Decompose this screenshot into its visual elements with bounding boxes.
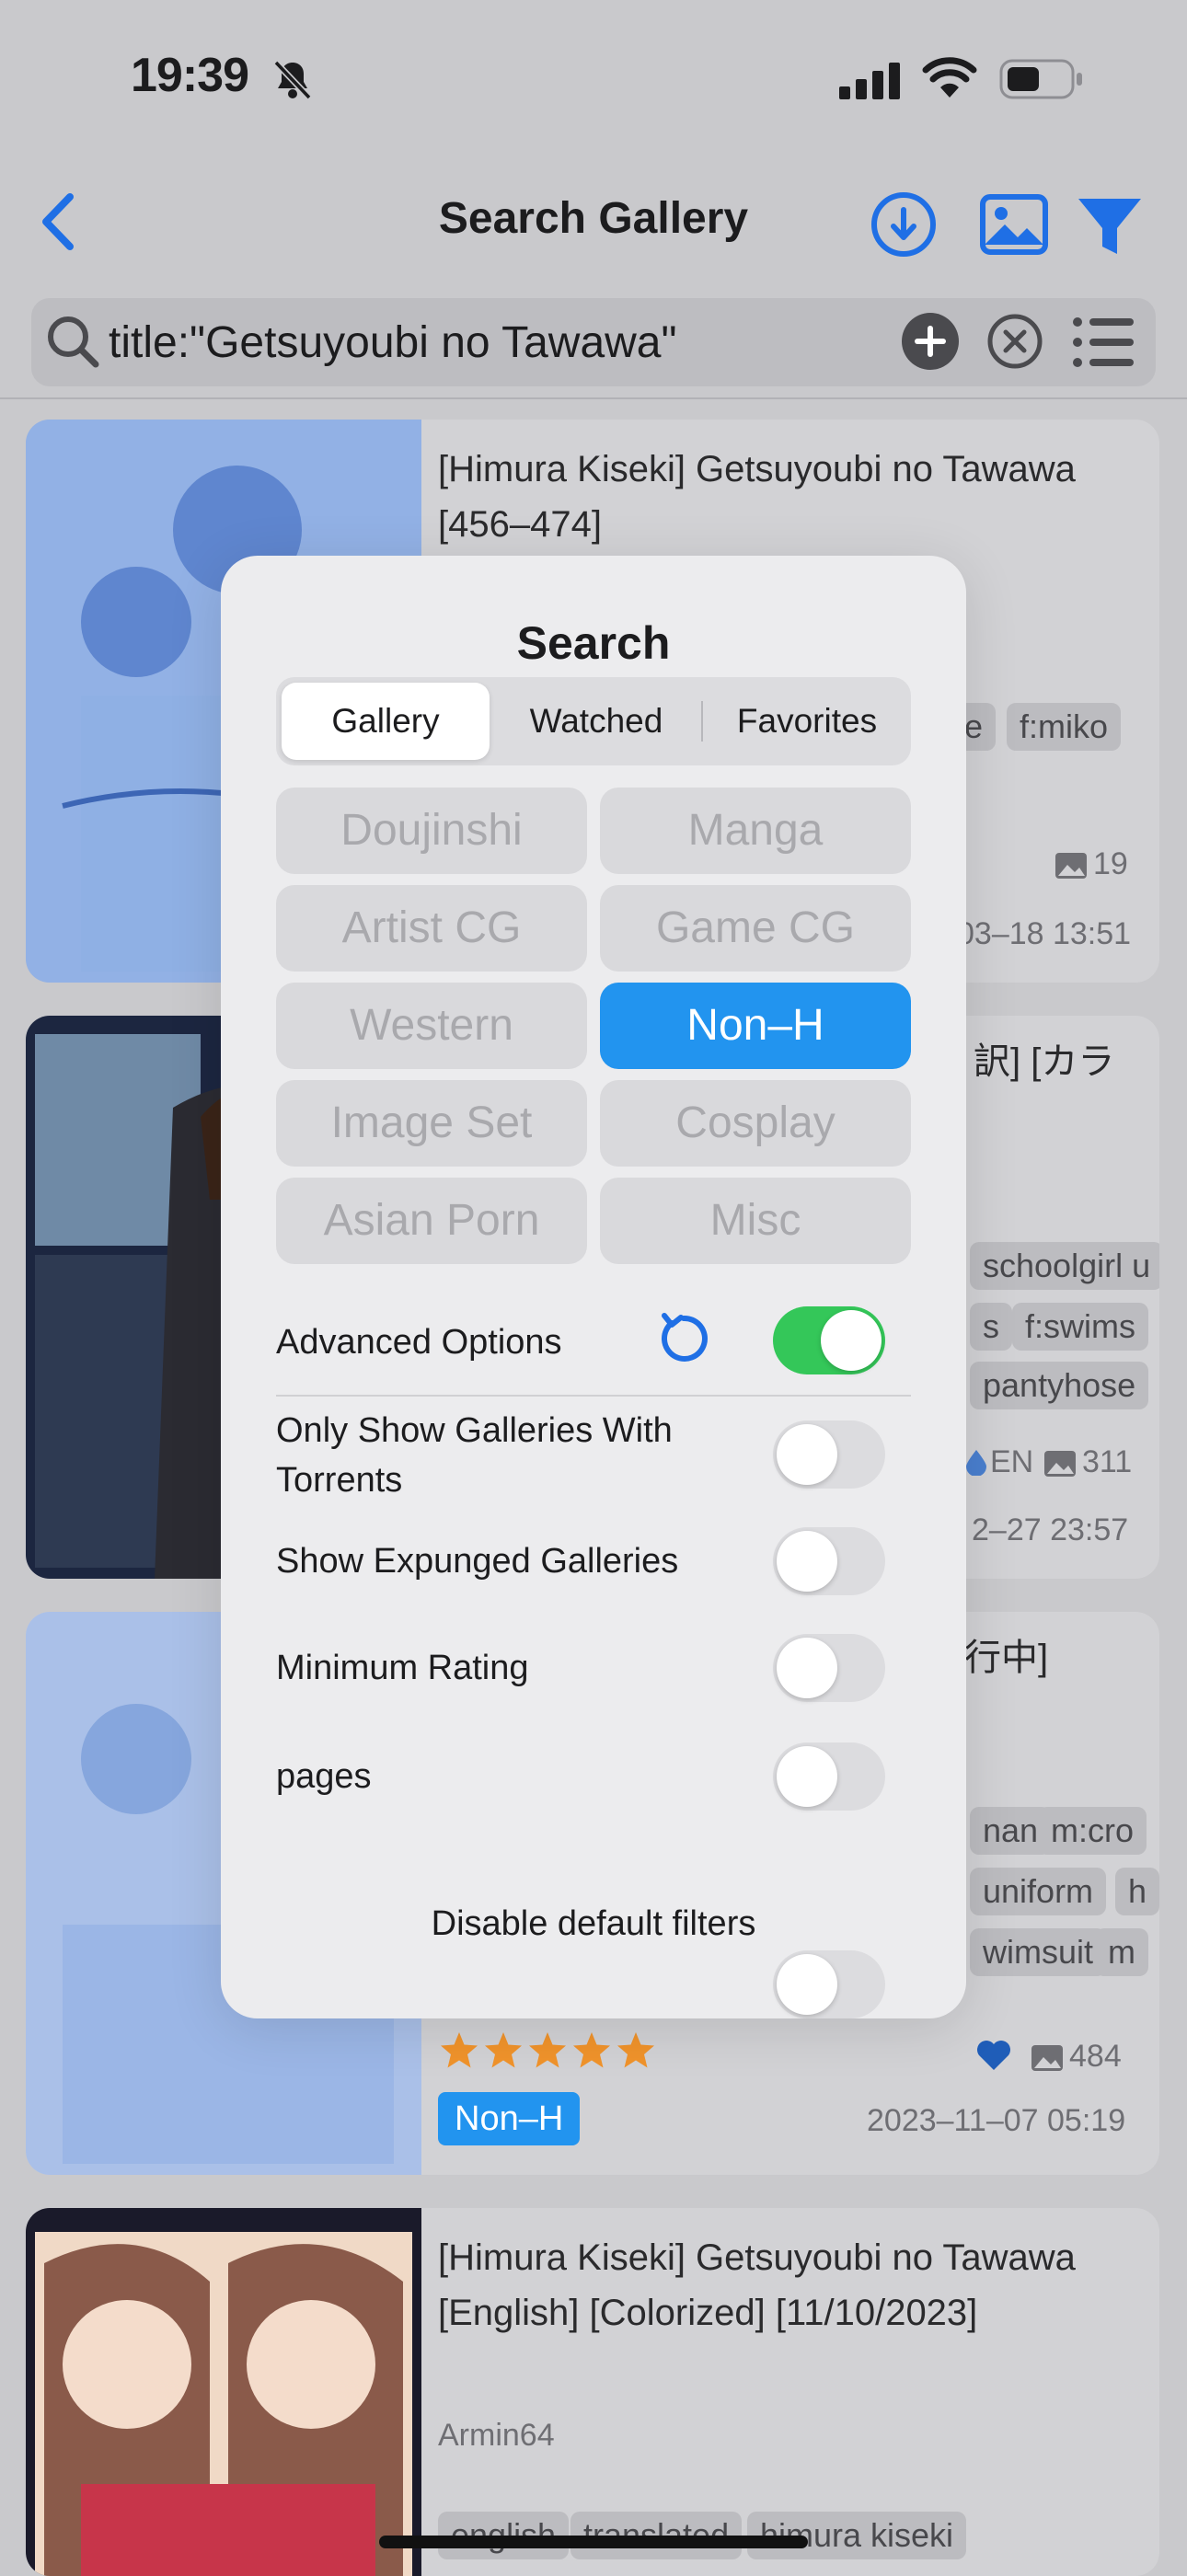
home-indicator [379,2536,808,2548]
photo-icon[interactable] [979,193,1049,256]
list-icon[interactable] [1071,315,1135,370]
bell-slash-icon [273,60,312,100]
page-count: 311 [1082,1444,1133,1479]
search-options-modal: Search Gallery Watched Favorites Doujins… [221,556,966,2018]
tag[interactable]: m [1095,1928,1148,1976]
show-expunged-toggle[interactable] [773,1527,885,1595]
gallery-title: [Himura Kiseki] Getsuyoubi no Tawawa [45… [438,449,1076,545]
category-button[interactable]: Manga [600,788,911,874]
history-download-icon[interactable] [869,190,939,259]
pages-icon [1031,2045,1063,2071]
pages-icon [1044,1451,1076,1477]
cellular-signal-icon [839,63,900,99]
search-icon [48,316,99,368]
torrents-only-toggle[interactable] [773,1420,885,1489]
tag[interactable]: s [970,1303,1012,1351]
star-icon [617,2032,654,2068]
language: EN [990,1444,1034,1479]
post-date: 2–27 23:57 [972,1512,1129,1547]
gallery-title: [Himura Kiseki] Getsuyoubi no Tawawa [En… [438,2237,1076,2333]
tag[interactable]: uniform [970,1868,1107,1915]
reset-icon[interactable] [653,1308,714,1369]
search-input[interactable] [109,304,882,381]
pages-label: pages [276,1757,372,1796]
category-button[interactable]: Non–H [600,983,911,1069]
page-count: 484 [1069,2039,1122,2074]
segment-watched[interactable]: Watched [493,677,699,765]
show-expunged-label: Show Expunged Galleries [276,1542,679,1581]
post-date: 2023–11–07 05:19 [867,2103,1126,2138]
language-drop-icon [966,1450,986,1476]
uploader[interactable]: Armin64 [438,2418,555,2454]
tag[interactable]: pantyhose [970,1362,1149,1409]
category-button[interactable]: Misc [600,1178,911,1264]
rating-stars [438,2030,659,2074]
tag[interactable]: m:cro [1038,1807,1147,1855]
category-button[interactable]: Doujinshi [276,788,587,874]
filter-funnel-icon[interactable] [1075,193,1145,259]
pages-icon [1055,853,1087,879]
star-icon [573,2032,610,2068]
wifi-icon [922,57,977,98]
plus-icon[interactable] [902,313,959,370]
tag[interactable]: schoolgirl u [970,1242,1159,1290]
search-scope-segmented-control: Gallery Watched Favorites [276,677,911,765]
divider [276,1395,911,1397]
category-button[interactable]: Game CG [600,885,911,972]
status-time: 19:39 [131,49,249,102]
category-button[interactable]: Artist CG [276,885,587,972]
advanced-options-label: Advanced Options [276,1323,562,1362]
category-button[interactable]: Image Set [276,1080,587,1167]
star-icon [485,2032,522,2068]
heart-icon[interactable] [975,2039,1012,2072]
disable-default-filters-toggle[interactable] [773,1950,885,2018]
gallery-card[interactable]: [Himura Kiseki] Getsuyoubi no Tawawa [En… [26,2208,1159,2576]
tag[interactable]: f:miko [1007,703,1122,751]
page-count: 19 [1093,846,1128,881]
minimum-rating-toggle[interactable] [773,1634,885,1702]
segment-gallery[interactable]: Gallery [282,683,490,760]
torrents-only-label: Only Show Galleries With Torrents [276,1411,673,1500]
tag[interactable]: f:swims [1012,1303,1148,1351]
segment-favorites[interactable]: Favorites [703,677,911,765]
category-button[interactable]: Asian Porn [276,1178,587,1264]
minimum-rating-label: Minimum Rating [276,1649,529,1687]
disable-default-filters-label: Disable default filters [431,1904,756,1943]
gallery-thumbnail [26,2208,421,2576]
category-button[interactable]: Cosplay [600,1080,911,1167]
post-date: 03–18 13:51 [957,916,1132,951]
star-icon [529,2032,566,2068]
gallery-title: 訳] [カラ [974,1041,1115,1082]
star-icon [441,2032,478,2068]
category-button[interactable]: Western [276,983,587,1069]
clear-x-icon[interactable] [986,313,1043,370]
category-badge: Non–H [438,2092,581,2145]
modal-title: Search [516,617,671,669]
gallery-title: 行中] [964,1638,1049,1678]
tag[interactable]: wimsuit [970,1928,1107,1976]
pages-toggle[interactable] [773,1742,885,1811]
advanced-options-toggle[interactable] [773,1306,885,1374]
tag[interactable]: h [1115,1868,1159,1915]
battery-icon [999,59,1082,99]
header-divider [0,397,1187,399]
